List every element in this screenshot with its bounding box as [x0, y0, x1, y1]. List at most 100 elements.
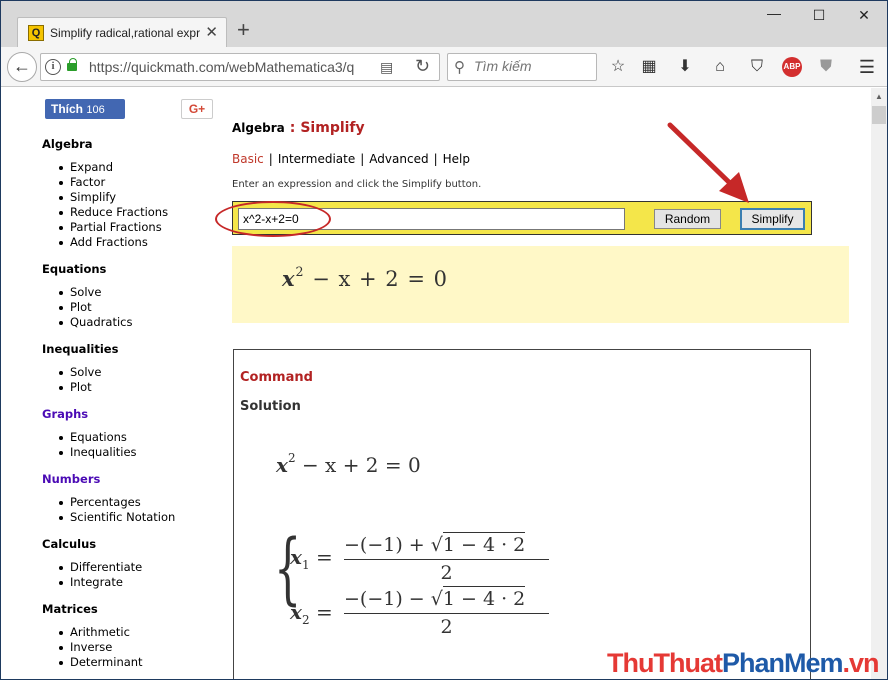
- sidebar-item-inverse[interactable]: Inverse: [59, 640, 222, 655]
- sidebar-item-plot[interactable]: Plot: [59, 300, 222, 315]
- minimize-icon[interactable]: —: [764, 5, 784, 21]
- scrollbar-thumb[interactable]: [872, 106, 886, 124]
- tab-advanced[interactable]: Advanced: [369, 152, 428, 166]
- window-close-icon[interactable]: ✕: [854, 7, 874, 24]
- sidebar-list: Arithmetic Inverse Determinant: [42, 625, 222, 670]
- page-title: Simplify: [300, 120, 365, 136]
- sidebar-item-integrate[interactable]: Integrate: [59, 575, 222, 590]
- new-tab-icon[interactable]: +: [237, 19, 250, 41]
- root-2-radicand: 1 − 4 · 2: [442, 586, 526, 610]
- preview-rest: − x + 2 = 0: [312, 267, 448, 291]
- root-2-num-prefix: −(−1) −: [344, 588, 425, 610]
- scroll-up-icon[interactable]: ▲: [875, 92, 883, 101]
- tab-intermediate[interactable]: Intermediate: [278, 152, 355, 166]
- sidebar-list: Percentages Scientific Notation: [42, 495, 222, 525]
- root-1-var: x: [290, 545, 302, 569]
- sidebar-heading[interactable]: Calculus: [42, 537, 222, 551]
- url-text[interactable]: https://quickmath.com/webMathematica3/q: [89, 59, 364, 75]
- mode-tabs: Basic | Intermediate | Advanced | Help: [232, 152, 470, 166]
- search-icon: ⚲: [454, 59, 465, 76]
- navigation-bar: ← i https://quickmath.com/webMathematica…: [1, 47, 887, 87]
- facebook-like-label: Thích: [51, 102, 83, 116]
- watermark-part3: .vn: [842, 648, 880, 678]
- search-box[interactable]: ⚲: [447, 53, 597, 81]
- root-2-eq: =: [315, 600, 333, 624]
- info-icon[interactable]: i: [45, 59, 61, 75]
- browser-window: Q Simplify radical,rational expr ✕ + — ☐…: [0, 0, 888, 680]
- facebook-like-button[interactable]: Thích 106: [45, 99, 125, 119]
- sidebar-item-equations[interactable]: Equations: [59, 430, 222, 445]
- sidebar-heading[interactable]: Equations: [42, 262, 222, 276]
- equation-exponent: 2: [287, 451, 296, 466]
- sidebar-heading[interactable]: Inequalities: [42, 342, 222, 356]
- random-button[interactable]: Random: [654, 209, 721, 229]
- breadcrumb: Algebra: Simplify: [232, 117, 365, 136]
- sidebar-list: Solve Plot: [42, 365, 222, 395]
- sidebar-item-inequalities[interactable]: Inequalities: [59, 445, 222, 460]
- sidebar-item-partial-fractions[interactable]: Partial Fractions: [59, 220, 222, 235]
- sidebar-item-differentiate[interactable]: Differentiate: [59, 560, 222, 575]
- solution-equation: x2 − x + 2 = 0: [276, 451, 421, 477]
- sidebar-item-add-fractions[interactable]: Add Fractions: [59, 235, 222, 250]
- sidebar-heading[interactable]: Matrices: [42, 602, 222, 616]
- root-1-denominator: 2: [440, 562, 453, 584]
- sidebar-item-factor[interactable]: Factor: [59, 175, 222, 190]
- sidebar-item-scientific-notation[interactable]: Scientific Notation: [59, 510, 222, 525]
- root-2-label: x2 =: [290, 600, 333, 627]
- adblock-icon[interactable]: ABP: [782, 57, 802, 77]
- sidebar-item-expand[interactable]: Expand: [59, 160, 222, 175]
- quickmath-favicon-icon: Q: [28, 25, 44, 41]
- sidebar-section-equations: Equations Solve Plot Quadratics: [42, 262, 222, 330]
- browser-tab[interactable]: Q Simplify radical,rational expr ✕: [17, 17, 227, 47]
- sidebar-section-graphs: Graphs Equations Inequalities: [42, 407, 222, 460]
- reading-list-icon[interactable]: ▦: [638, 56, 660, 78]
- sidebar-heading[interactable]: Algebra: [42, 137, 222, 151]
- maximize-icon[interactable]: ☐: [809, 7, 829, 24]
- tab-basic[interactable]: Basic: [232, 152, 264, 166]
- equation-rest: − x + 2 = 0: [301, 453, 421, 477]
- tab-help[interactable]: Help: [443, 152, 470, 166]
- address-bar[interactable]: i https://quickmath.com/webMathematica3/…: [40, 53, 440, 81]
- command-heading: Command: [240, 370, 313, 385]
- sidebar-list: Solve Plot Quadratics: [42, 285, 222, 330]
- reload-icon[interactable]: ↻: [415, 56, 430, 77]
- root-1-num-prefix: −(−1) +: [344, 534, 425, 556]
- result-panel: Command Solution x2 − x + 2 = 0 { x1 = −…: [233, 349, 811, 679]
- root-2-fraction-bar: [344, 613, 549, 614]
- sidebar-item-simplify[interactable]: Simplify: [59, 190, 222, 205]
- sidebar-nav: Algebra Expand Factor Simplify Reduce Fracti…: [42, 137, 222, 679]
- sidebar-item-percentages[interactable]: Percentages: [59, 495, 222, 510]
- search-input[interactable]: [474, 58, 592, 74]
- sidebar-list: Differentiate Integrate: [42, 560, 222, 590]
- root-2-denominator: 2: [440, 616, 453, 638]
- tab-close-icon[interactable]: ✕: [205, 23, 218, 41]
- sidebar-item-determinant[interactable]: Determinant: [59, 655, 222, 670]
- breadcrumb-section[interactable]: Algebra: [232, 121, 285, 135]
- download-icon[interactable]: ⬇: [674, 56, 696, 78]
- instruction-text: Enter an expression and click the Simpli…: [232, 179, 482, 190]
- root-2-var: x: [290, 600, 302, 624]
- sidebar-item-arithmetic[interactable]: Arithmetic: [59, 625, 222, 640]
- pocket-icon[interactable]: ⛉: [746, 56, 768, 78]
- back-arrow-icon[interactable]: ←: [7, 52, 37, 82]
- sidebar-item-plot[interactable]: Plot: [59, 380, 222, 395]
- sidebar-item-solve[interactable]: Solve: [59, 285, 222, 300]
- sidebar-heading[interactable]: Numbers: [42, 472, 222, 486]
- sidebar-heading[interactable]: Graphs: [42, 407, 222, 421]
- sidebar-section-matrices: Matrices Arithmetic Inverse Determinant: [42, 602, 222, 670]
- simplify-button[interactable]: Simplify: [740, 208, 805, 230]
- sidebar-item-reduce-fractions[interactable]: Reduce Fractions: [59, 205, 222, 220]
- home-icon[interactable]: ⌂: [709, 56, 731, 78]
- root-1-label: x1 =: [290, 545, 333, 572]
- sidebar-item-solve[interactable]: Solve: [59, 365, 222, 380]
- shield-icon[interactable]: ⛊: [815, 56, 837, 78]
- tab-title: Simplify radical,rational expr: [50, 26, 200, 40]
- menu-icon[interactable]: ☰: [856, 56, 878, 78]
- sidebar-section-numbers: Numbers Percentages Scientific Notation: [42, 472, 222, 525]
- reader-view-icon[interactable]: ▤: [380, 59, 393, 76]
- google-plus-button[interactable]: G+: [181, 99, 213, 119]
- star-icon[interactable]: ☆: [607, 56, 629, 78]
- page-scrollbar[interactable]: ▲: [871, 88, 887, 679]
- sidebar-section-calculus: Calculus Differentiate Integrate: [42, 537, 222, 590]
- sidebar-item-quadratics[interactable]: Quadratics: [59, 315, 222, 330]
